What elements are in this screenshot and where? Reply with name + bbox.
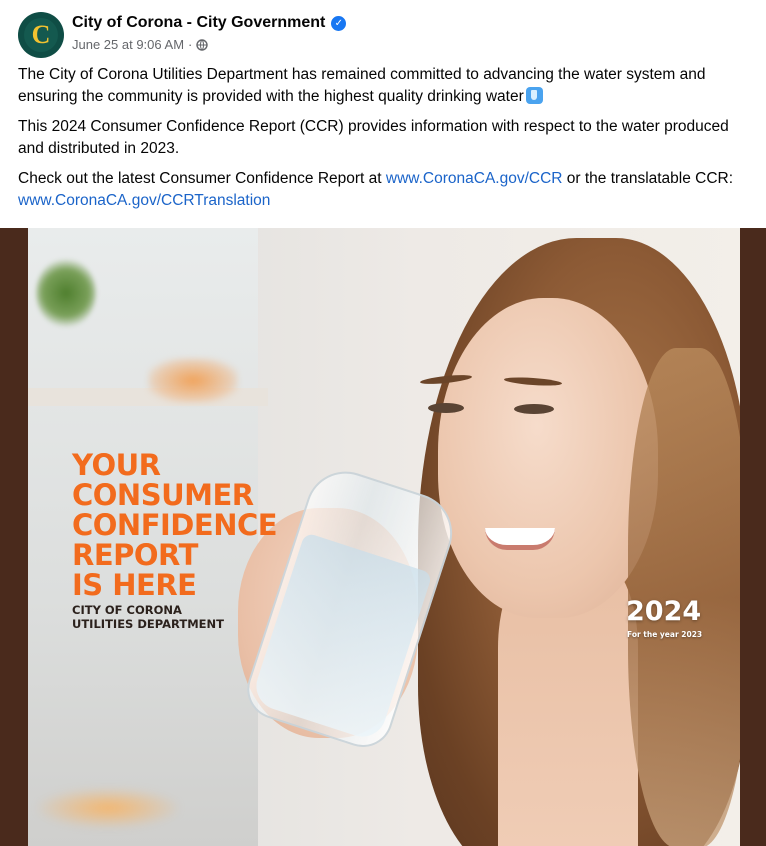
- post-text: The City of Corona Utilities Department …: [18, 64, 753, 220]
- paragraph-1-text: The City of Corona Utilities Department …: [18, 66, 706, 105]
- post-header: C City of Corona - City Government ✓ Jun…: [18, 12, 748, 58]
- water-emoji-icon: [525, 87, 543, 104]
- page-name-link[interactable]: City of Corona - City Government: [72, 14, 325, 32]
- paragraph-3-prefix: Check out the latest Consumer Confidence…: [18, 170, 386, 187]
- page-avatar[interactable]: C: [18, 12, 64, 58]
- headline-line: CONFIDENCE: [72, 508, 278, 542]
- eye: [428, 403, 464, 413]
- dept-line-2: UTILITIES DEPARTMENT: [72, 617, 224, 631]
- headline-line: REPORT: [72, 538, 198, 572]
- woman-face: [438, 298, 658, 618]
- report-headline: YOUR CONSUMER CONFIDENCE REPORT IS HERE: [72, 450, 332, 600]
- verified-badge-icon: ✓: [331, 15, 347, 31]
- headline-line: YOUR: [72, 448, 161, 482]
- page-name-row: City of Corona - City Government ✓: [72, 14, 347, 32]
- post-paragraph-3: Check out the latest Consumer Confidence…: [18, 168, 753, 212]
- headline-line: IS HERE: [72, 568, 197, 602]
- headline-line: CONSUMER: [72, 478, 254, 512]
- globe-icon[interactable]: [196, 38, 209, 51]
- department-label: CITY OF CORONA UTILITIES DEPARTMENT: [72, 603, 224, 631]
- paragraph-3-middle: or the translatable CCR:: [562, 170, 734, 187]
- background-plant: [36, 258, 96, 328]
- background-object: [38, 788, 178, 828]
- avatar-logo: C: [24, 18, 58, 52]
- post-timestamp[interactable]: June 25 at 9:06 AM: [72, 37, 184, 52]
- post-paragraph-1: The City of Corona Utilities Department …: [18, 64, 753, 108]
- meta-separator: ·: [188, 37, 193, 52]
- report-year: 2024: [626, 596, 702, 627]
- woman-smile: [485, 528, 555, 550]
- dept-line-1: CITY OF CORONA: [72, 603, 182, 617]
- post-meta: June 25 at 9:06 AM ·: [72, 37, 209, 52]
- post-paragraph-2: This 2024 Consumer Confidence Report (CC…: [18, 118, 729, 157]
- report-year-subtitle: For the year 2023: [627, 630, 703, 639]
- post-image[interactable]: YOUR CONSUMER CONFIDENCE REPORT IS HERE …: [0, 228, 766, 846]
- ccr-translation-link[interactable]: www.CoronaCA.gov/CCRTranslation: [18, 192, 270, 209]
- eye: [514, 404, 554, 414]
- background-object: [148, 358, 238, 403]
- ccr-link[interactable]: www.CoronaCA.gov/CCR: [386, 170, 563, 187]
